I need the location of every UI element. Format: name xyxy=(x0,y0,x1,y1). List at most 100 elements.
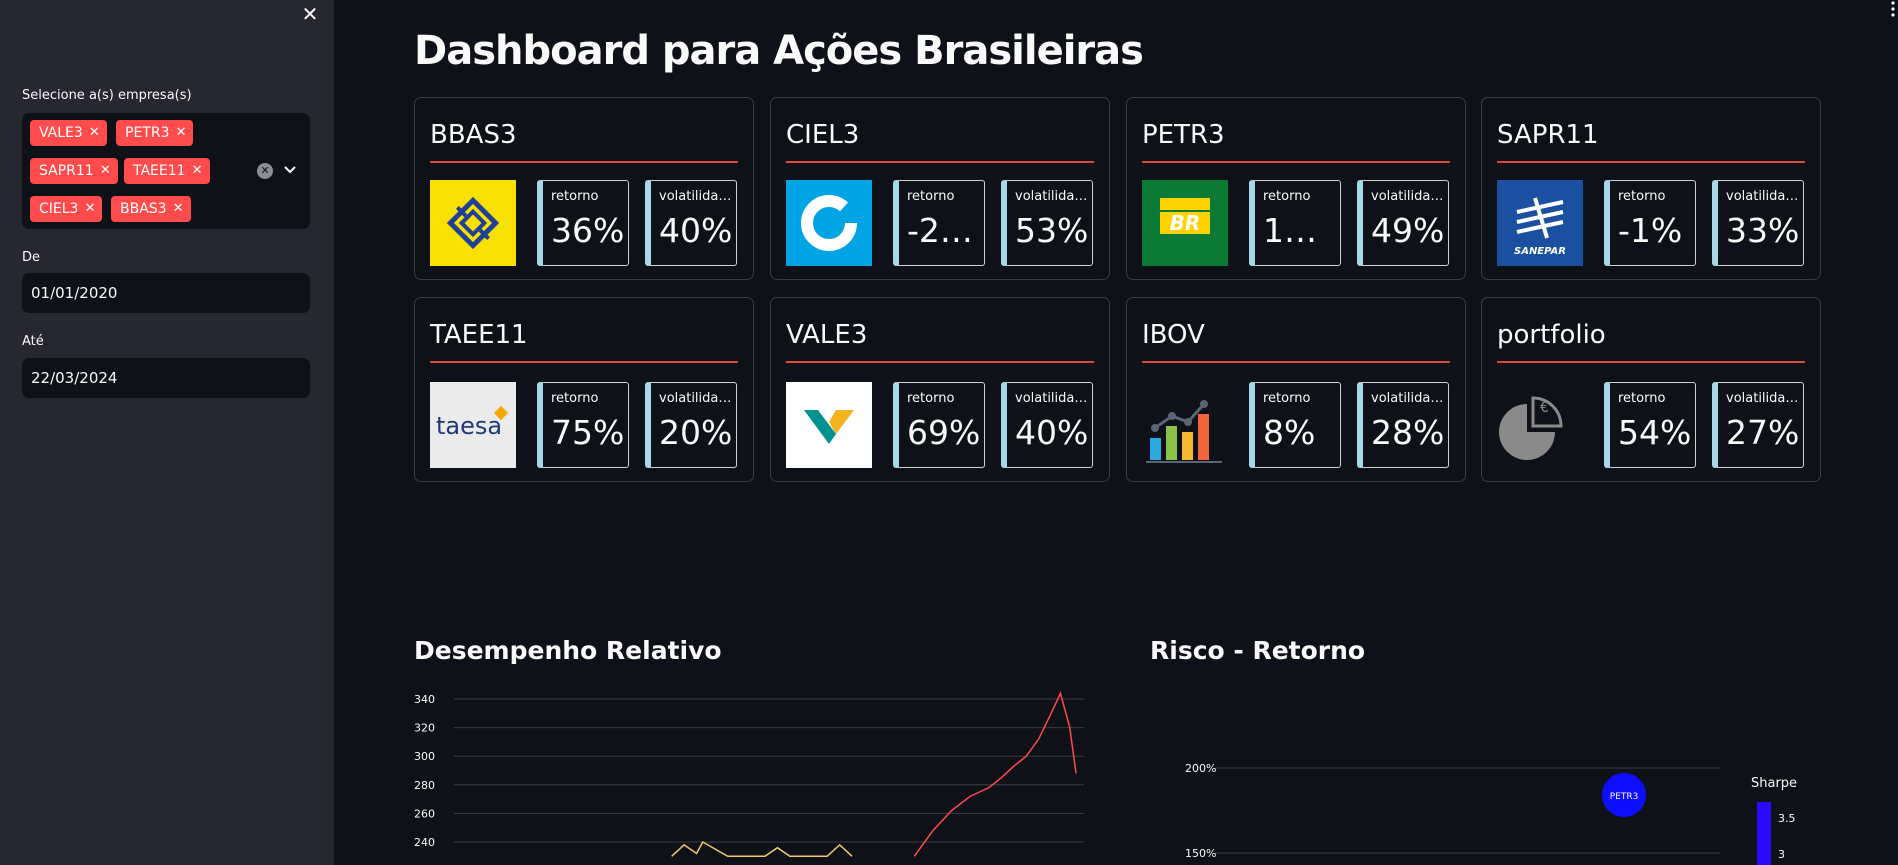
metric-value: 20% xyxy=(659,413,733,452)
stock-card-vale3: VALE3 retorno 69% volatilida… 40% xyxy=(770,297,1110,482)
metric-label: volatilida… xyxy=(1371,189,1444,204)
from-date-input[interactable]: 01/01/2020 xyxy=(22,273,310,313)
stock-card-taee11: TAEE11 taesa retorno 75% volatilida… 20% xyxy=(414,297,754,482)
sanepar-logo-text: SANEPAR xyxy=(1514,246,1566,257)
tag-label: SAPR11 xyxy=(39,163,94,179)
remove-tag-icon[interactable]: ✕ xyxy=(85,196,96,222)
tag-label: BBAS3 xyxy=(120,201,167,217)
from-date-label: De xyxy=(22,250,41,265)
tag-label: TAEE11 xyxy=(133,163,186,179)
card-divider xyxy=(430,361,738,363)
metric-label: volatilida… xyxy=(1726,391,1799,406)
retorno-metric: retorno -2… xyxy=(893,180,985,266)
volatilidade-metric: volatilida… 28% xyxy=(1357,382,1449,468)
risco-retorno-chart[interactable]: 200% 150% PETR3 Sharpe 3.5 3 xyxy=(1150,740,1840,865)
retorno-metric: retorno 8% xyxy=(1249,382,1341,468)
remove-tag-icon[interactable]: ✕ xyxy=(173,196,184,222)
retorno-metric: retorno 36% xyxy=(537,180,629,266)
y-tick-label: 260 xyxy=(414,807,435,820)
remove-tag-icon[interactable]: ✕ xyxy=(89,120,100,146)
y-tick-label: 320 xyxy=(414,722,435,735)
metric-label: retorno xyxy=(1263,189,1311,204)
close-icon[interactable]: ✕ xyxy=(298,2,322,26)
metric-label: volatilida… xyxy=(1371,391,1444,406)
metric-value: 36% xyxy=(551,211,625,250)
company-multiselect[interactable]: VALE3 ✕ PETR3 ✕ SAPR11 ✕ TAEE11 ✕ CIEL3 ✕ BBA… xyxy=(22,113,310,229)
card-divider xyxy=(1142,361,1450,363)
clear-all-icon[interactable]: ✕ xyxy=(257,163,273,179)
card-title: IBOV xyxy=(1142,320,1205,350)
colorbar-tick-label: 3 xyxy=(1778,848,1785,861)
risco-retorno-title: Risco - Retorno xyxy=(1150,636,1366,665)
stock-card-sapr11: SAPR11 SANEPAR retorno -1% volatilida… 3… xyxy=(1481,97,1821,280)
tag-vale3[interactable]: VALE3 ✕ xyxy=(30,120,107,146)
ciel3-logo xyxy=(786,180,872,266)
remove-tag-icon[interactable]: ✕ xyxy=(100,158,111,184)
card-title: VALE3 xyxy=(786,320,868,350)
card-title: CIEL3 xyxy=(786,120,860,150)
sapr11-logo: SANEPAR xyxy=(1497,180,1583,266)
retorno-metric: retorno 75% xyxy=(537,382,629,468)
retorno-metric: retorno 69% xyxy=(893,382,985,468)
metric-value: -1% xyxy=(1618,211,1683,250)
stock-card-ciel3: CIEL3 retorno -2… volatilida… 53% xyxy=(770,97,1110,280)
metric-label: volatilida… xyxy=(1015,391,1088,406)
retorno-metric: retorno 54% xyxy=(1604,382,1696,468)
card-title: SAPR11 xyxy=(1497,120,1599,150)
series-line-1 xyxy=(671,840,853,858)
card-divider xyxy=(430,161,738,163)
point-label: PETR3 xyxy=(1610,792,1639,802)
card-divider xyxy=(786,161,1094,163)
desempenho-relativo-chart[interactable]: 340 320 300 280 260 240 xyxy=(414,680,1094,865)
y-tick-label: 280 xyxy=(414,779,435,792)
colorbar-tick-label: 3.5 xyxy=(1778,812,1796,825)
chevron-down-icon[interactable] xyxy=(282,161,298,177)
stock-card-ibov: IBOV retorno 8% volatilida… 28% xyxy=(1126,297,1466,482)
taesa-logo-text: taesa xyxy=(436,412,503,440)
metric-label: retorno xyxy=(1618,189,1666,204)
tag-sapr11[interactable]: SAPR11 ✕ xyxy=(30,158,118,184)
remove-tag-icon[interactable]: ✕ xyxy=(192,158,203,184)
metric-value: 40% xyxy=(1015,413,1089,452)
metric-value: 8% xyxy=(1263,413,1316,452)
metric-value: 33% xyxy=(1726,211,1800,250)
sidebar: ✕ Selecione a(s) empresa(s) VALE3 ✕ PETR3… xyxy=(0,0,334,865)
metric-label: retorno xyxy=(551,391,599,406)
metric-label: retorno xyxy=(551,189,599,204)
remove-tag-icon[interactable]: ✕ xyxy=(176,120,187,146)
stock-card-petr3: PETR3 BR retorno 1… volatilida… 49% xyxy=(1126,97,1466,280)
retorno-metric: retorno -1% xyxy=(1604,180,1696,266)
tag-taee11[interactable]: TAEE11 ✕ xyxy=(124,158,210,184)
metric-label: volatilida… xyxy=(659,391,732,406)
euro-icon: € xyxy=(1540,400,1549,416)
card-title: BBAS3 xyxy=(430,120,517,150)
volatilidade-metric: volatilida… 49% xyxy=(1357,180,1449,266)
ibov-chart-logo xyxy=(1142,382,1228,468)
metric-value: 28% xyxy=(1371,413,1445,452)
metric-label: retorno xyxy=(1618,391,1666,406)
main-menu-icon[interactable] xyxy=(1888,0,1898,18)
tag-bbas3[interactable]: BBAS3 ✕ xyxy=(111,196,191,222)
metric-label: volatilida… xyxy=(1726,189,1799,204)
y-tick-label: 150% xyxy=(1185,847,1216,860)
taee11-logo: taesa xyxy=(430,382,516,468)
card-divider xyxy=(1497,361,1805,363)
tag-label: PETR3 xyxy=(125,125,170,141)
bbas3-logo xyxy=(430,180,516,266)
metric-label: retorno xyxy=(1263,391,1311,406)
stock-card-bbas3: BBAS3 retorno 36% volatilida… 40% xyxy=(414,97,754,280)
tag-petr3[interactable]: PETR3 ✕ xyxy=(116,120,194,146)
to-date-input[interactable]: 22/03/2024 xyxy=(22,358,310,398)
card-title: portfolio xyxy=(1497,320,1606,350)
tag-label: CIEL3 xyxy=(39,201,79,217)
portfolio-pie-logo: € xyxy=(1497,382,1583,468)
y-tick-label: 300 xyxy=(414,750,435,763)
metric-value: 69% xyxy=(907,413,981,452)
metric-value: 49% xyxy=(1371,211,1445,250)
metric-label: retorno xyxy=(907,189,955,204)
metric-label: volatilida… xyxy=(659,189,732,204)
card-divider xyxy=(1142,161,1450,163)
retorno-metric: retorno 1… xyxy=(1249,180,1341,266)
tag-ciel3[interactable]: CIEL3 ✕ xyxy=(30,196,103,222)
card-title: PETR3 xyxy=(1142,120,1225,150)
